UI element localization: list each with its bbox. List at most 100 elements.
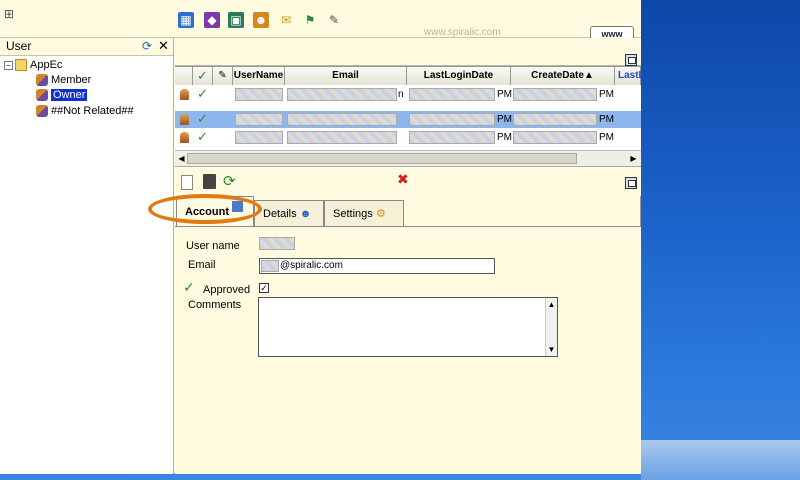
maximize-icon[interactable] xyxy=(625,177,637,189)
tree-item-label: Owner xyxy=(51,89,88,101)
check-icon: ✓ xyxy=(197,68,208,83)
tree-item-member[interactable]: Member xyxy=(36,73,91,87)
top-toolbar: ⊞ ▦ ◆ ▣ ☻ ✉ ⚑ ✎ www.spiralic.com www xyxy=(0,0,641,42)
collapse-icon[interactable]: − xyxy=(4,60,13,70)
account-form: User name Email @spiralic.com ✓ Approved… xyxy=(175,226,641,474)
tab-label: Settings xyxy=(333,208,373,220)
cell-createdate-suffix: PM xyxy=(599,132,614,143)
col-head-lastl[interactable]: LastL xyxy=(615,67,645,85)
panel-header: User ⟳ ✕ xyxy=(0,38,173,56)
scroll-down-icon[interactable]: ▼ xyxy=(546,344,557,355)
folder-icon xyxy=(15,59,27,72)
gear-icon: ⚙ xyxy=(375,208,386,220)
cell-lastlogin-suffix: PM xyxy=(497,114,512,125)
book-icon[interactable]: ◆ xyxy=(204,12,220,28)
tree-item-not-related[interactable]: ##Not Related## xyxy=(36,104,134,118)
cell-email xyxy=(287,113,397,126)
desktop-taskbar-strip xyxy=(641,440,800,480)
scroll-right-icon[interactable]: ▶ xyxy=(628,153,639,164)
cell-createdate xyxy=(513,88,597,101)
comments-textarea[interactable]: ▲ ▼ xyxy=(258,297,558,357)
table-row[interactable]: ✓ PM PM xyxy=(175,111,641,128)
col-head-createdate[interactable]: CreateDate▲ xyxy=(511,67,615,85)
tree-item-label: ##Not Related## xyxy=(51,105,134,117)
approved-checkbox[interactable]: ✓ xyxy=(259,283,269,293)
cell-username xyxy=(235,88,283,101)
cell-lastlogin-suffix: PM xyxy=(497,89,512,100)
scroll-left-icon[interactable]: ◀ xyxy=(176,153,187,164)
table-row[interactable]: ✓ PM PM xyxy=(175,129,641,146)
comments-label: Comments xyxy=(188,299,242,311)
email-redacted-part xyxy=(261,260,279,272)
tools-icon[interactable]: ✎ xyxy=(326,12,342,28)
scroll-thumb[interactable] xyxy=(187,153,577,164)
group-icon xyxy=(36,74,48,87)
image-icon[interactable]: ▣ xyxy=(228,12,244,28)
tree-item-owner[interactable]: Owner xyxy=(36,88,88,102)
vertical-scrollbar[interactable]: ▲ ▼ xyxy=(545,298,557,356)
tree-root[interactable]: − AppEc xyxy=(4,58,62,72)
horizontal-scrollbar[interactable]: ◀ ▶ xyxy=(175,150,641,166)
flags-icon[interactable]: ⚑ xyxy=(302,12,318,28)
user-tree-panel: User ⟳ ✕ − AppEc Member Owner ##Not Relat… xyxy=(0,38,174,474)
cell-lastlogin xyxy=(409,113,495,126)
tab-account[interactable]: Account xyxy=(176,196,254,226)
user-icon xyxy=(180,132,189,143)
approved-label: Approved xyxy=(203,284,251,296)
cell-username xyxy=(235,131,283,144)
col-head-username[interactable]: UserName xyxy=(233,67,285,85)
cell-lastlogin xyxy=(409,88,495,101)
cell-createdate xyxy=(513,113,597,126)
user-edit-icon: ✎ xyxy=(218,70,227,81)
mail-icon[interactable]: ✉ xyxy=(278,12,294,28)
refresh-icon[interactable]: ⟳ xyxy=(142,39,152,53)
tab-details[interactable]: Details ☻ xyxy=(254,200,324,226)
grid-toolstrip xyxy=(175,38,641,66)
app-window: ⊞ ▦ ◆ ▣ ☻ ✉ ⚑ ✎ www.spiralic.com www Use… xyxy=(0,0,645,474)
delete-icon[interactable]: ✖ xyxy=(397,171,409,188)
refresh-icon[interactable]: ⟳ xyxy=(223,172,236,190)
table-row[interactable]: ✓ n PM PM xyxy=(175,86,641,103)
cell-email xyxy=(287,131,397,144)
cell-createdate xyxy=(513,131,597,144)
group-icon xyxy=(36,105,48,118)
save-icon[interactable] xyxy=(203,174,216,189)
col-head-status[interactable]: ✎ xyxy=(213,67,233,85)
email-label: Email xyxy=(188,259,216,271)
tab-label: Details xyxy=(263,208,297,220)
col-head-blank xyxy=(175,67,193,85)
tab-label: Account xyxy=(185,206,229,218)
tree-root-label: AppEc xyxy=(30,59,63,71)
check-icon: ✓ xyxy=(197,86,208,101)
new-document-icon[interactable] xyxy=(181,175,193,190)
form-toolbar: ⟳ ✖ xyxy=(175,166,641,196)
email-field[interactable]: @spiralic.com xyxy=(259,258,495,274)
close-icon[interactable]: ✕ xyxy=(158,38,169,54)
check-icon: ✓ xyxy=(197,129,208,144)
tab-settings[interactable]: Settings ⚙ xyxy=(324,200,404,226)
approved-check-icon: ✓ xyxy=(183,279,195,295)
maximize-icon[interactable] xyxy=(625,54,637,66)
user-icon xyxy=(180,89,189,100)
cell-email-suffix: n xyxy=(398,89,404,100)
username-label: User name xyxy=(186,240,240,252)
users-icon[interactable]: ☻ xyxy=(253,12,269,28)
tree-view-icon[interactable]: ⊞ xyxy=(4,7,18,21)
user-icon xyxy=(180,114,189,125)
panel-title: User xyxy=(6,39,32,53)
scroll-up-icon[interactable]: ▲ xyxy=(546,299,557,310)
email-field-value: @spiralic.com xyxy=(280,260,343,271)
col-head-email[interactable]: Email xyxy=(285,67,407,85)
cell-createdate-suffix: PM xyxy=(599,114,614,125)
cell-lastlogin-suffix: PM xyxy=(497,132,512,143)
check-icon: ✓ xyxy=(197,111,208,126)
username-value xyxy=(259,237,295,250)
cell-email xyxy=(287,88,397,101)
col-head-approved[interactable]: ✓ xyxy=(193,67,213,85)
site-url-label: www.spiralic.com xyxy=(424,27,501,38)
person-icon: ☻ xyxy=(299,208,312,220)
col-head-lastlogin[interactable]: LastLoginDate xyxy=(407,67,511,85)
group-icon xyxy=(36,89,48,102)
cell-username xyxy=(235,113,283,126)
chart-icon[interactable]: ▦ xyxy=(178,12,194,28)
